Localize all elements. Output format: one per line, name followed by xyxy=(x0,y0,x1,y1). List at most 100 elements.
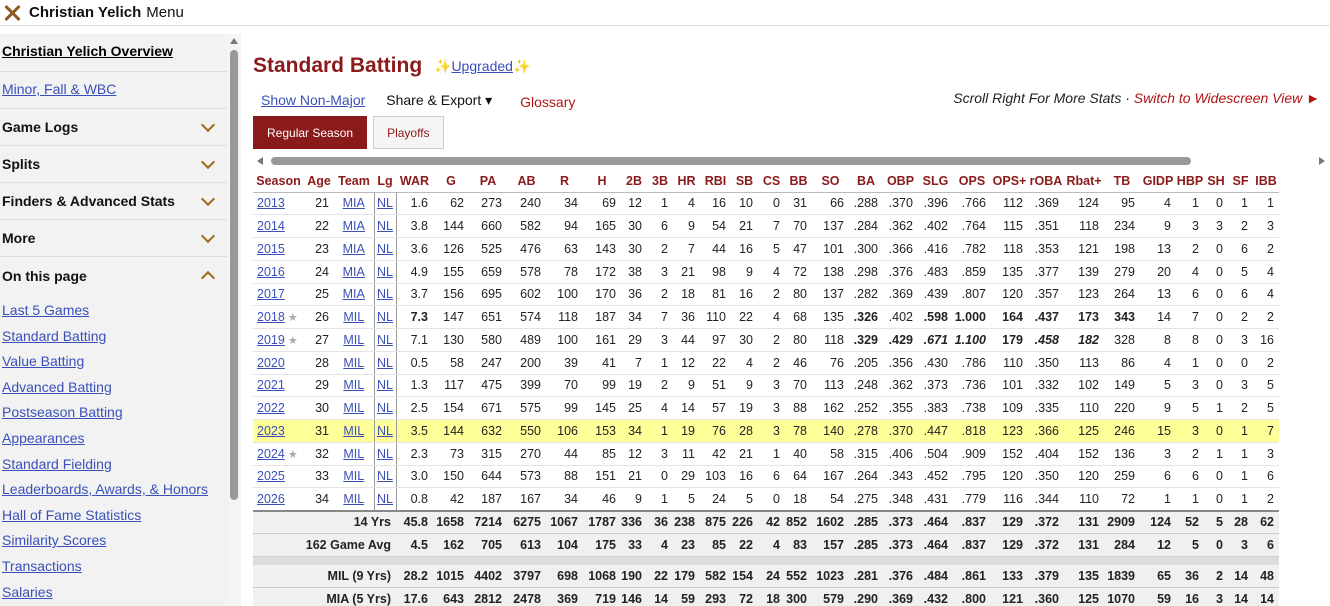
column-header[interactable]: Lg xyxy=(374,170,396,193)
team-link[interactable]: MIL xyxy=(343,424,364,438)
season-cell[interactable]: 2019 ★ xyxy=(253,328,304,352)
league-cell[interactable]: NL xyxy=(373,192,397,216)
season-cell[interactable]: 2015 xyxy=(253,237,304,261)
league-cell[interactable]: NL xyxy=(373,328,397,352)
sidebar-overview-link[interactable]: Christian Yelich Overview xyxy=(0,34,227,72)
season-link[interactable]: 2014 xyxy=(257,219,285,233)
column-header[interactable]: SH xyxy=(1204,170,1228,193)
column-header[interactable]: PA xyxy=(469,170,507,193)
glossary-link[interactable]: Glossary xyxy=(520,94,575,110)
team-link[interactable]: MIL xyxy=(343,378,364,392)
column-header[interactable]: CS xyxy=(758,170,785,193)
team-link[interactable]: MIA xyxy=(343,287,365,301)
team-link[interactable]: MIA xyxy=(343,196,365,210)
table-horizontal-scrollbar[interactable] xyxy=(253,156,1329,166)
season-cell[interactable]: 2013 xyxy=(253,192,304,216)
column-header[interactable]: TB xyxy=(1104,170,1140,193)
league-cell[interactable]: NL xyxy=(373,260,397,284)
toc-salaries[interactable]: Salaries xyxy=(0,580,227,606)
toc-last-5-games[interactable]: Last 5 Games xyxy=(0,298,227,324)
team-cell[interactable]: MIL xyxy=(334,442,374,466)
team-cell[interactable]: MIL xyxy=(334,351,374,375)
column-header[interactable]: SLG xyxy=(918,170,953,193)
column-header[interactable]: OBP xyxy=(883,170,918,193)
season-link[interactable]: 2013 xyxy=(257,196,285,210)
team-link[interactable]: MIA xyxy=(343,242,365,256)
show-non-major-link[interactable]: Show Non-Major xyxy=(261,92,365,108)
league-cell[interactable]: NL xyxy=(373,487,397,511)
season-cell[interactable]: 2018 ★ xyxy=(253,305,304,329)
league-cell[interactable]: NL xyxy=(373,442,397,466)
season-cell[interactable]: 2017 xyxy=(253,283,304,307)
column-header[interactable]: OPS xyxy=(953,170,991,193)
team-cell[interactable]: MIA xyxy=(334,214,374,238)
column-header[interactable]: SO xyxy=(812,170,849,193)
league-link[interactable]: NL xyxy=(377,378,393,392)
season-cell[interactable]: 2026 xyxy=(253,487,304,511)
league-link[interactable]: NL xyxy=(377,492,393,506)
column-header[interactable]: WAR xyxy=(396,170,433,193)
season-cell[interactable]: 2016 xyxy=(253,260,304,284)
league-cell[interactable]: NL xyxy=(373,351,397,375)
season-link[interactable]: 2016 xyxy=(257,265,285,279)
column-header[interactable]: HBP xyxy=(1176,170,1204,193)
sidebar-section-splits[interactable]: Splits xyxy=(0,146,227,183)
season-link[interactable]: 2021 xyxy=(257,378,285,392)
season-cell[interactable]: 2020 xyxy=(253,351,304,375)
menu-label[interactable]: Menu xyxy=(146,4,184,21)
scrollbar-thumb[interactable] xyxy=(230,50,238,500)
league-cell[interactable]: NL xyxy=(373,419,397,443)
season-cell[interactable]: 2014 xyxy=(253,214,304,238)
column-header[interactable]: R xyxy=(546,170,583,193)
season-cell[interactable]: 2022 xyxy=(253,396,304,420)
upgraded-link[interactable]: Upgraded xyxy=(451,58,513,74)
column-header[interactable]: BB xyxy=(785,170,812,193)
toc-appearances[interactable]: Appearances xyxy=(0,426,227,452)
team-link[interactable]: MIL xyxy=(343,469,364,483)
season-link[interactable]: 2024 xyxy=(257,447,285,461)
toc-transactions[interactable]: Transactions xyxy=(0,554,227,580)
team-cell[interactable]: MIL xyxy=(334,328,374,352)
tab-regular-season[interactable]: Regular Season xyxy=(253,116,368,149)
league-cell[interactable]: NL xyxy=(373,374,397,398)
season-link[interactable]: 2017 xyxy=(257,287,285,301)
toc-hall-of-fame[interactable]: Hall of Fame Statistics xyxy=(0,503,227,529)
scroll-right-arrow-icon[interactable] xyxy=(1319,157,1325,165)
column-header[interactable]: 2B xyxy=(621,170,647,193)
team-cell[interactable]: MIL xyxy=(334,419,374,443)
team-cell[interactable]: MIL xyxy=(334,396,374,420)
league-cell[interactable]: NL xyxy=(373,214,397,238)
league-link[interactable]: NL xyxy=(377,333,393,347)
team-link[interactable]: MIL xyxy=(343,401,364,415)
season-cell[interactable]: 2023 xyxy=(253,419,304,443)
scroll-up-arrow-icon[interactable] xyxy=(230,38,238,44)
season-cell[interactable]: 2024 ★ xyxy=(253,442,304,466)
column-header[interactable]: IBB xyxy=(1253,170,1279,193)
league-cell[interactable]: NL xyxy=(373,283,397,307)
team-link[interactable]: MIA xyxy=(343,265,365,279)
team-cell[interactable]: MIL xyxy=(334,305,374,329)
toc-advanced-batting[interactable]: Advanced Batting xyxy=(0,375,227,401)
team-cell[interactable]: MIA xyxy=(334,283,374,307)
column-header[interactable]: 3B xyxy=(647,170,673,193)
team-cell[interactable]: MIL xyxy=(334,487,374,511)
column-header[interactable]: H xyxy=(583,170,621,193)
team-link[interactable]: MIL xyxy=(343,310,364,324)
toc-standard-fielding[interactable]: Standard Fielding xyxy=(0,452,227,478)
team-link[interactable]: MIA xyxy=(343,219,365,233)
team-cell[interactable]: MIA xyxy=(334,237,374,261)
season-link[interactable]: 2025 xyxy=(257,469,285,483)
league-link[interactable]: NL xyxy=(377,196,393,210)
close-icon[interactable] xyxy=(2,2,24,24)
column-header[interactable]: G xyxy=(433,170,469,193)
team-link[interactable]: MIL xyxy=(343,333,364,347)
season-cell[interactable]: 2021 xyxy=(253,374,304,398)
widescreen-link[interactable]: Switch to Widescreen View xyxy=(1134,90,1302,106)
team-link[interactable]: MIL xyxy=(343,447,364,461)
column-header[interactable]: Season xyxy=(253,170,304,193)
sidebar-scrollbar[interactable] xyxy=(227,34,241,606)
tab-playoffs[interactable]: Playoffs xyxy=(373,116,444,149)
column-header[interactable]: AB xyxy=(507,170,546,193)
share-export-menu[interactable]: Share & Export ▾ xyxy=(386,92,492,109)
column-header[interactable]: SB xyxy=(731,170,758,193)
